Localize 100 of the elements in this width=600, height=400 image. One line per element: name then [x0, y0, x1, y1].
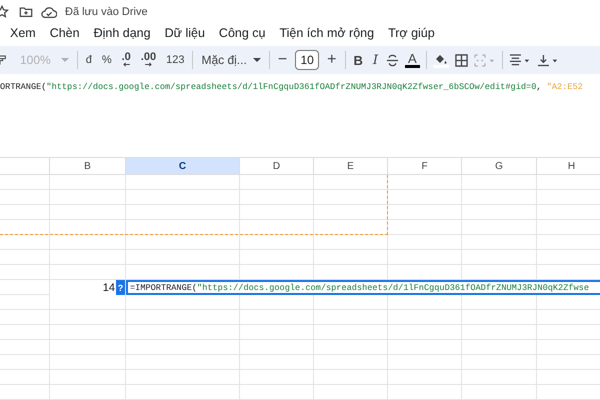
grid-cell[interactable]	[314, 370, 388, 385]
grid-cell[interactable]	[240, 220, 314, 235]
grid-cell[interactable]	[462, 250, 537, 265]
grid-cell[interactable]	[314, 220, 388, 235]
grid-cell[interactable]	[0, 355, 50, 370]
borders-icon[interactable]	[454, 54, 468, 66]
grid-cell[interactable]	[314, 175, 388, 190]
menu-item[interactable]: Dữ liệu	[164, 26, 205, 40]
bold-button[interactable]: B	[352, 52, 365, 68]
menu-item[interactable]: Trợ giúp	[388, 26, 435, 40]
grid-cell[interactable]	[462, 295, 537, 310]
grid-cell[interactable]	[0, 190, 50, 205]
grid-cell[interactable]	[388, 295, 462, 310]
format-button[interactable]: đ	[84, 54, 94, 66]
grid-cell[interactable]	[240, 370, 314, 385]
grid-cell[interactable]	[462, 235, 537, 250]
grid-cell[interactable]	[314, 235, 388, 250]
grid-cell[interactable]	[50, 250, 126, 265]
grid-cell[interactable]	[126, 250, 240, 265]
column-header[interactable]: F	[388, 157, 462, 175]
grid-cell[interactable]	[388, 205, 462, 220]
grid-cell[interactable]	[50, 175, 126, 190]
grid-cell[interactable]	[314, 295, 388, 310]
grid-cell[interactable]	[388, 370, 462, 385]
grid-cell[interactable]	[462, 205, 537, 220]
grid-cell[interactable]	[126, 310, 240, 325]
grid-cell[interactable]	[0, 175, 50, 190]
text-color-button[interactable]: A	[405, 52, 420, 68]
grid-cell[interactable]	[126, 175, 240, 190]
column-header[interactable]: E	[314, 157, 388, 175]
grid-cell[interactable]	[50, 370, 126, 385]
column-header[interactable]: D	[240, 157, 314, 175]
grid-cell[interactable]	[126, 325, 240, 340]
menu-item[interactable]: Tiện ích mở rộng	[279, 26, 374, 40]
grid-cell[interactable]	[126, 235, 240, 250]
grid-cell[interactable]	[50, 310, 126, 325]
increase-decimal-button[interactable]: .00	[138, 53, 158, 67]
grid-cell[interactable]	[126, 220, 240, 235]
grid-cell[interactable]	[314, 205, 388, 220]
grid-cell[interactable]	[388, 250, 462, 265]
grid-cell[interactable]	[388, 175, 462, 190]
grid-cell[interactable]	[0, 370, 50, 385]
help-badge[interactable]: ?	[116, 280, 125, 295]
grid-cell[interactable]	[50, 205, 126, 220]
grid-cell[interactable]	[240, 175, 314, 190]
grid-cell[interactable]	[0, 280, 50, 295]
column-header[interactable]: G	[462, 157, 537, 175]
grid-cell[interactable]	[240, 235, 314, 250]
column-header[interactable]	[0, 157, 50, 175]
grid-cell[interactable]	[462, 370, 537, 385]
column-header[interactable]: C	[126, 157, 240, 175]
grid-cell[interactable]	[462, 175, 537, 190]
grid-cell[interactable]	[126, 205, 240, 220]
grid-cell[interactable]	[388, 235, 462, 250]
grid-cell[interactable]	[126, 190, 240, 205]
grid-cell[interactable]	[388, 355, 462, 370]
grid-cell[interactable]	[0, 295, 50, 310]
grid-cell[interactable]	[240, 325, 314, 340]
paint-bucket-icon[interactable]	[432, 52, 449, 68]
grid-cell[interactable]	[462, 340, 537, 355]
grid-cell[interactable]	[50, 355, 126, 370]
grid-cell[interactable]	[388, 310, 462, 325]
grid-cell[interactable]	[462, 310, 537, 325]
menu-item[interactable]: Xem	[10, 26, 36, 40]
font-dropdown[interactable]: Mặc đị...	[199, 53, 263, 67]
format-button[interactable]: 123	[164, 54, 186, 66]
grid-cell[interactable]	[240, 295, 314, 310]
align-center-icon[interactable]	[508, 54, 531, 66]
grid-cell[interactable]	[50, 385, 126, 400]
grid-cell[interactable]	[0, 310, 50, 325]
column-header[interactable]: B	[50, 157, 126, 175]
grid-cell[interactable]	[50, 325, 126, 340]
cloud-check-icon[interactable]	[41, 6, 57, 18]
grid-cell[interactable]	[240, 190, 314, 205]
grid-cell[interactable]	[388, 190, 462, 205]
grid-cell[interactable]	[314, 355, 388, 370]
grid-cell[interactable]	[314, 325, 388, 340]
grid-cell[interactable]	[314, 250, 388, 265]
grid-cell[interactable]	[50, 265, 126, 280]
grid-cell[interactable]	[240, 355, 314, 370]
italic-button[interactable]: I	[370, 52, 380, 68]
format-button[interactable]: %	[100, 54, 114, 66]
grid-cell[interactable]	[50, 295, 126, 310]
grid-cell[interactable]	[240, 250, 314, 265]
grid-cell[interactable]	[50, 235, 126, 250]
strikethrough-icon[interactable]	[386, 54, 400, 66]
grid-cell[interactable]	[0, 325, 50, 340]
grid-cell[interactable]	[0, 340, 50, 355]
grid-cell[interactable]	[50, 190, 126, 205]
grid-cell[interactable]	[240, 205, 314, 220]
grid-cell[interactable]	[462, 355, 537, 370]
menu-item[interactable]: Công cụ	[218, 26, 266, 40]
grid-cell[interactable]	[240, 340, 314, 355]
grid-cell[interactable]	[388, 325, 462, 340]
grid-cell[interactable]	[388, 340, 462, 355]
menu-item[interactable]: Định dạng	[94, 26, 151, 40]
grid-cell[interactable]	[0, 235, 50, 250]
grid-cell[interactable]	[0, 265, 50, 280]
grid-cell[interactable]	[0, 250, 50, 265]
cell-editor[interactable]: =IMPORTRANGE("https://docs.google.com/spreadsheets/d/1lFnCgquD361fOADfrZNUMJ3RJN0qK2Zfwse	[126, 280, 600, 295]
